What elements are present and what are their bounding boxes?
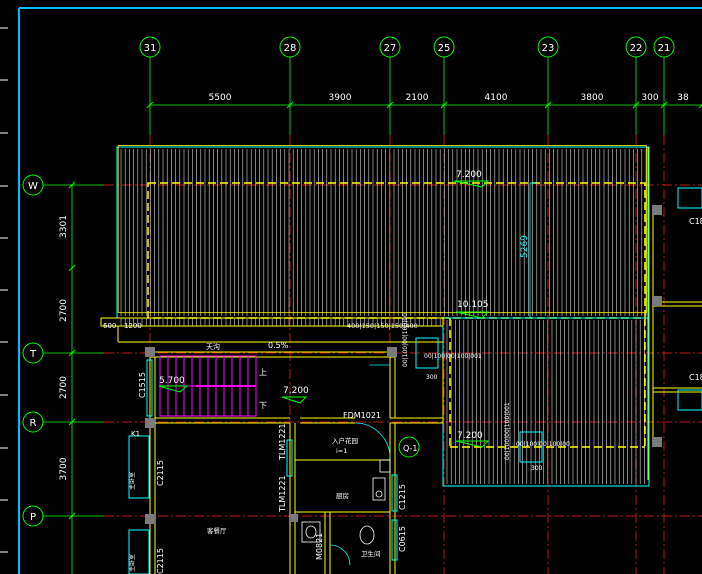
room-kitchen-label: 厨房 [336, 491, 349, 500]
stack-c-label: 00|100|00|100|001 [504, 402, 511, 460]
room-living-label: 客餐厅 [207, 526, 227, 535]
left-dim-2: 2700 [59, 376, 69, 399]
dim-1200-label: 1200 [124, 322, 142, 330]
axis-label-23: 23 [542, 43, 555, 54]
stack-d-label: 00|100|00|100|00 [516, 441, 570, 448]
top-dim-2: 2100 [406, 93, 429, 103]
floor-plan-svg: 31 28 27 25 23 22 215500 3900 2100 4100 3800 300 38 … [0, 0, 702, 574]
left-dim-0: 3301 [59, 215, 69, 238]
axis-label-W: W [28, 181, 38, 192]
room-bedroom-b-label: 主卧室 [128, 554, 136, 572]
top-dim-5: 300 [641, 93, 658, 103]
top-dim-6: 38 [677, 93, 689, 103]
background [0, 0, 702, 574]
k1-label: K1 [131, 430, 140, 438]
axis-label-21: 21 [658, 43, 671, 54]
top-dim-3: 4100 [485, 93, 508, 103]
room-entry-garden-sub: i=1 [336, 447, 347, 455]
room-entry-garden-label: 入户花园 [332, 436, 358, 445]
dim-5269-label: 5269 [520, 235, 530, 258]
window-c1515-label: C1515 [138, 372, 147, 398]
window-c0615-label: C0615 [398, 526, 407, 552]
cad-drawing-canvas[interactable]: 31 28 27 25 23 22 21 5500 3900 2100 4100 3800 300 38 … [0, 0, 702, 574]
axis-label-T: T [29, 349, 37, 360]
top-dim-0: 5500 [209, 93, 232, 103]
val-300a-label: 300 [426, 374, 438, 381]
window-c1215-label: C1215 [398, 484, 407, 510]
left-dim-1: 2700 [59, 299, 69, 322]
gutter-label: 天沟 [206, 342, 220, 351]
window-c18a-label: C18 [689, 217, 702, 226]
window-c2115a-label: C2115 [156, 460, 165, 486]
left-dim-3: 3700 [59, 457, 69, 480]
axis-label-R: R [30, 418, 37, 429]
stack-b-label: 00|100|00|100|001 [424, 353, 482, 360]
elev-roof-label: 7.200 [456, 170, 482, 180]
top-dim-1: 3900 [329, 93, 352, 103]
room-bathroom-label: 卫生间 [361, 549, 381, 558]
axis-label-28: 28 [284, 43, 297, 54]
stack-a-label: 00|100|00|100|00 [402, 313, 409, 367]
val-300b-label: 300 [531, 465, 543, 472]
axis-label-27: 27 [384, 43, 397, 54]
room-bedroom-a-label: 主卧室 [128, 472, 136, 490]
dim-600-label: 600 [103, 322, 116, 330]
door-tlm1221a-label: TLM1221 [278, 423, 287, 461]
q1-label: Q-1 [403, 444, 418, 453]
door-fdm1021-label: FDM1021 [343, 411, 381, 420]
stair-up-label: 上 [259, 368, 267, 377]
stair-down-label: 下 [259, 401, 267, 410]
elev-upper-label: 10.105 [457, 300, 489, 310]
door-m0821-label: M0821 [315, 533, 324, 560]
slope-label: 0.5% [268, 341, 289, 350]
axis-label-31: 31 [144, 43, 157, 54]
elev-low-label: 7.200 [457, 431, 483, 441]
axis-label-P: P [30, 512, 36, 523]
axis-label-25: 25 [438, 43, 451, 54]
door-tlm1221b-label: TLM1221 [278, 475, 287, 513]
window-c2115b-label: C2115 [156, 548, 165, 574]
axis-label-22: 22 [630, 43, 643, 54]
elev-mid-label: 7.200 [283, 386, 309, 396]
window-c18b-label: C18 [689, 373, 702, 382]
elev-stair-label: 5.700 [159, 376, 185, 386]
top-dim-4: 3800 [581, 93, 604, 103]
